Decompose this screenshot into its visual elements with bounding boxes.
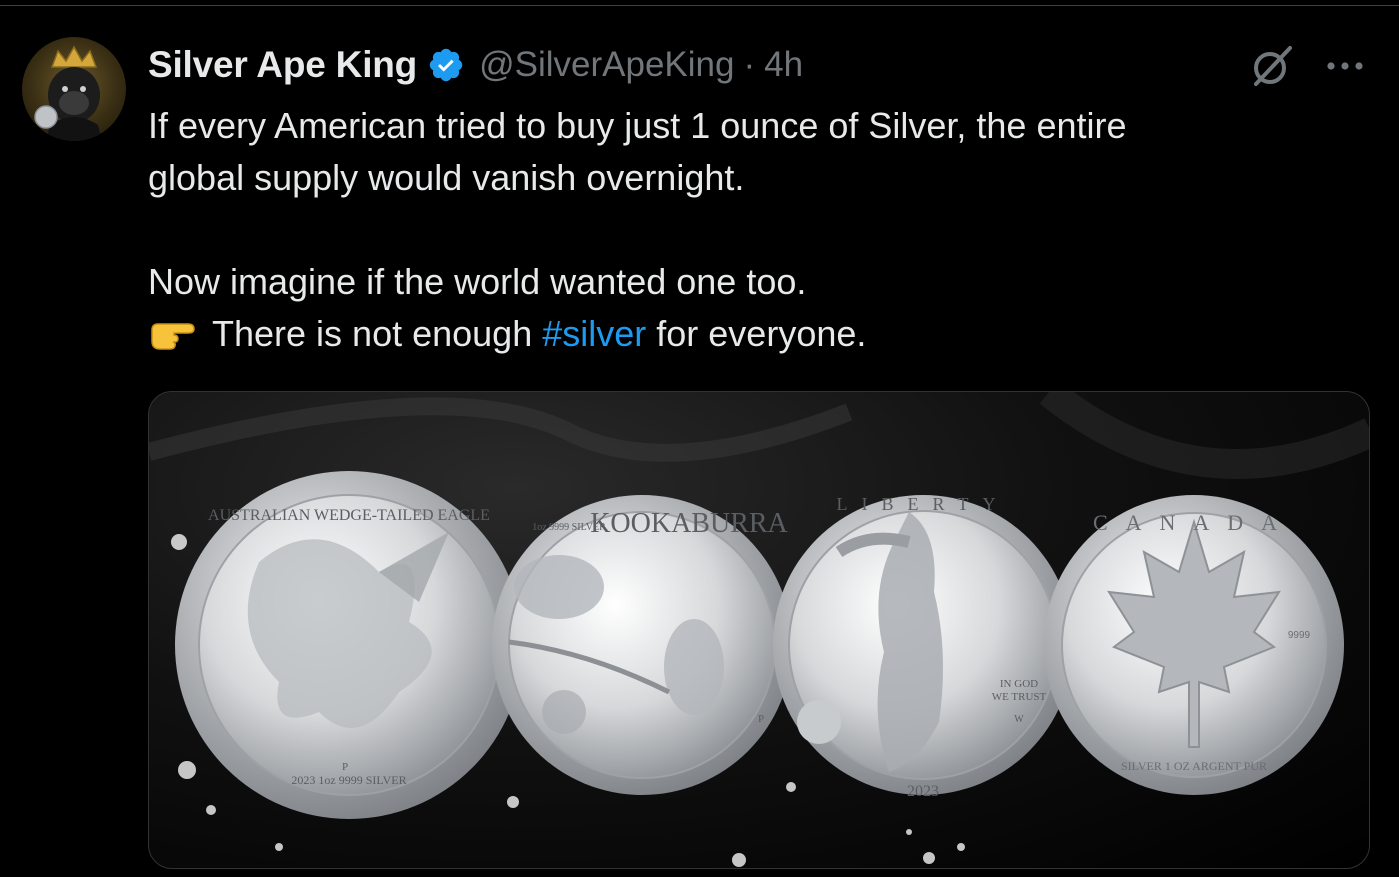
tweet-text-line: global supply would vanish overnight. [148,157,745,198]
coin2-title-text: KOOKABURRA [590,508,788,539]
tweet-text-line: There is not enough #silver for everyone… [148,308,1308,360]
coin2-weight-text: 1oz 9999 SILVER [532,522,606,533]
coin4-bottom-text: SILVER 1 OZ ARGENT PUR [1121,759,1267,773]
verified-badge-icon [429,48,463,82]
grok-icon[interactable] [1248,42,1296,90]
coin3-mint-mark: W [1014,714,1024,725]
kookaburra-coin: KOOKABURRA 1oz 9999 SILVER P [492,495,792,795]
display-name[interactable]: Silver Ape King [148,44,417,86]
tweet-text-line: Now imagine if the world wanted one too. [148,261,807,302]
coin3-liberty-text: LIBERTY [837,494,1010,514]
coin4-fine-text: 9999 [1288,630,1311,641]
eagle-coin: AUSTRALIAN WEDGE-TAILED EAGLE 2023 1oz 9… [175,471,523,819]
pointing-right-icon [151,323,195,350]
tweet-media-image[interactable]: AUSTRALIAN WEDGE-TAILED EAGLE 2023 1oz 9… [148,391,1370,869]
header-separator: · [743,45,756,84]
coin1-top-text: AUSTRALIAN WEDGE-TAILED EAGLE [208,507,490,524]
text-after-hashtag: for everyone. [646,313,867,354]
avatar-image [34,45,102,141]
maple-leaf-coin: CANADA 9999 SILVER 1 OZ ARGENT PUR [1044,495,1344,795]
text-before-hashtag: There is not enough [212,313,543,354]
tweet-text-line: If every American tried to buy just 1 ou… [148,105,1127,146]
coin3-motto-line2: WE TRUST [992,691,1047,703]
user-handle[interactable]: @SilverApeKing [479,45,734,85]
coin1-bottom-text: 2023 1oz 9999 SILVER [291,773,406,787]
coin3-year-text: 2023 [907,783,939,800]
tweet-timestamp[interactable]: 4h [764,45,803,85]
paragraph-break [148,204,1308,256]
coin2-mint-mark: P [758,713,764,725]
coin3-motto-line1: IN GOD [1000,678,1038,690]
avatar[interactable] [22,37,126,141]
tweet-header: Silver Ape King @SilverApeKing · 4h [148,40,803,90]
tweet-text: If every American tried to buy just 1 ou… [148,100,1308,360]
silver-eagle-coin: LIBERTY IN GOD WE TRUST W 2023 [773,494,1073,800]
hashtag-link[interactable]: #silver [542,313,646,354]
coin1-mint-mark: P [342,761,348,773]
more-icon[interactable] [1321,48,1369,84]
silver-coins-image: AUSTRALIAN WEDGE-TAILED EAGLE 2023 1oz 9… [149,392,1369,867]
coin4-top-text: CANADA [1093,510,1295,535]
top-divider [0,5,1399,6]
